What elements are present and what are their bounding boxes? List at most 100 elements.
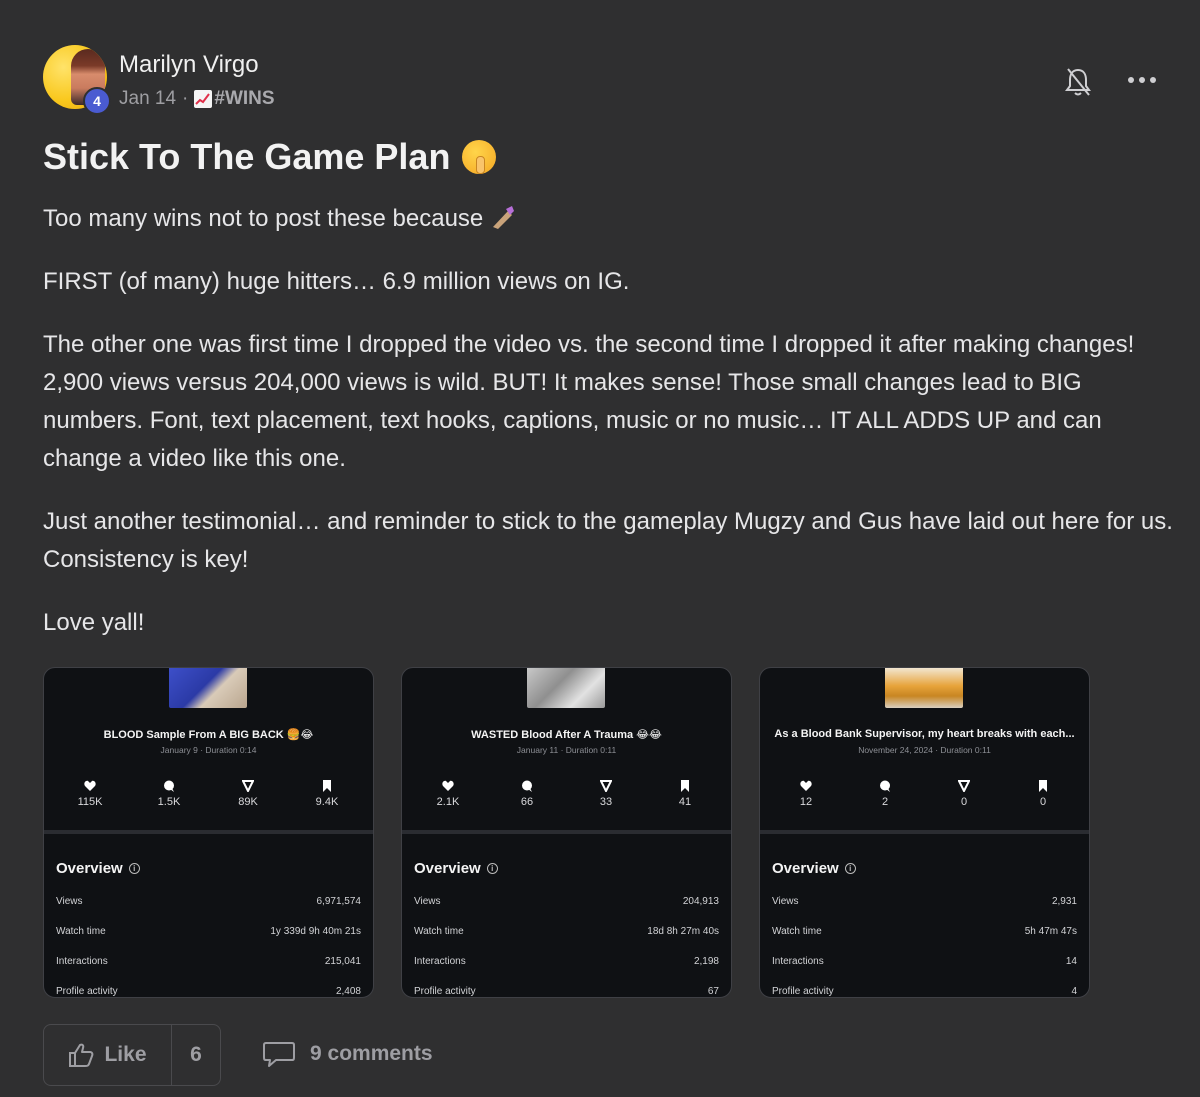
row-label: Views bbox=[414, 896, 441, 907]
overview-title: Overview bbox=[414, 860, 481, 877]
share-icon bbox=[600, 780, 612, 792]
info-icon: i bbox=[128, 863, 140, 874]
info-icon: i bbox=[486, 863, 498, 874]
more-horizontal-icon[interactable] bbox=[1127, 73, 1157, 85]
shares-value: 89K bbox=[238, 796, 258, 808]
thumbs-up-icon bbox=[69, 1043, 94, 1067]
video-title: BLOOD Sample From A BIG BACK 🍔😂 bbox=[103, 729, 314, 741]
overview-row: Interactions 2,198 bbox=[414, 956, 719, 986]
level-badge: 4 bbox=[83, 87, 111, 115]
stats-row: 12 2 0 0 bbox=[780, 780, 1069, 808]
paragraph: FIRST (of many) huge hitters… 6.9 millio… bbox=[43, 268, 630, 295]
share-icon bbox=[242, 780, 254, 792]
category-label: #WINS bbox=[214, 88, 275, 109]
shushing-face-icon bbox=[462, 140, 497, 174]
comments-stat: 2 bbox=[859, 780, 911, 808]
overview-title: Overview bbox=[772, 860, 839, 877]
likes-stat: 12 bbox=[780, 780, 832, 808]
comments-value: 2 bbox=[881, 796, 889, 808]
post-date[interactable]: Jan 14 bbox=[119, 88, 176, 110]
likes-value: 115K bbox=[77, 796, 103, 808]
row-value: 67 bbox=[707, 986, 719, 997]
comments-button[interactable]: 9 comments bbox=[262, 1040, 433, 1068]
comment-bubble-icon bbox=[263, 1042, 295, 1067]
analytics-screenshot[interactable]: WASTED Blood After A Trauma 😂😂 January 1… bbox=[401, 667, 732, 998]
row-label: Profile activity bbox=[414, 986, 476, 997]
overview-row: Watch time 18d 8h 27m 40s bbox=[414, 926, 719, 956]
post-category[interactable]: #WINS bbox=[194, 88, 275, 110]
row-value: 1y 339d 9h 40m 21s bbox=[270, 926, 361, 937]
comments-value: 66 bbox=[520, 796, 534, 808]
overview-row: Profile activity 2,408 bbox=[56, 986, 361, 997]
like-count[interactable]: 6 bbox=[172, 1025, 220, 1085]
shares-stat: 89K bbox=[222, 780, 274, 808]
analytics-screenshot[interactable]: As a Blood Bank Supervisor, my heart bre… bbox=[759, 667, 1090, 998]
overview-table: Views 2,931 Watch time 5h 47m 47s Interact… bbox=[772, 896, 1077, 997]
overview-row: Views 6,971,574 bbox=[56, 896, 361, 926]
row-label: Watch time bbox=[56, 926, 106, 937]
author-avatar[interactable]: 4 bbox=[43, 45, 111, 115]
row-value: 204,913 bbox=[682, 896, 719, 907]
overview-row: Views 204,913 bbox=[414, 896, 719, 926]
video-subtitle: January 11 · Duration 0:11 bbox=[516, 745, 617, 755]
bookmark-icon bbox=[323, 780, 331, 792]
analytics-screenshot[interactable]: BLOOD Sample From A BIG BACK 🍔😂 January … bbox=[43, 667, 374, 998]
video-title: As a Blood Bank Supervisor, my heart bre… bbox=[774, 728, 1075, 740]
shares-stat: 33 bbox=[580, 780, 632, 808]
overview-row: Watch time 1y 339d 9h 40m 21s bbox=[56, 926, 361, 956]
overview-row: Profile activity 67 bbox=[414, 986, 719, 997]
row-value: 2,198 bbox=[693, 956, 719, 967]
overview-row: Views 2,931 bbox=[772, 896, 1077, 926]
shares-value: 0 bbox=[960, 796, 968, 808]
row-label: Interactions bbox=[414, 956, 466, 967]
row-value: 5h 47m 47s bbox=[1024, 926, 1077, 937]
bell-muted-icon[interactable] bbox=[1063, 65, 1093, 99]
row-label: Watch time bbox=[414, 926, 464, 937]
saves-value: 0 bbox=[1039, 796, 1047, 808]
like-button[interactable]: Like bbox=[44, 1025, 172, 1085]
overview-heading: Overview i bbox=[56, 860, 140, 877]
row-value: 2,931 bbox=[1051, 896, 1077, 907]
bookmark-icon bbox=[681, 780, 689, 792]
saves-value: 41 bbox=[678, 796, 692, 808]
paragraph-text: Too many wins not to post these because bbox=[43, 205, 484, 232]
shares-stat: 0 bbox=[938, 780, 990, 808]
saves-stat: 9.4K bbox=[301, 780, 353, 808]
row-label: Views bbox=[772, 896, 799, 907]
row-value: 2,408 bbox=[335, 986, 361, 997]
like-group: Like 6 bbox=[43, 1024, 221, 1086]
chart-increasing-icon bbox=[194, 90, 213, 108]
overview-row: Interactions 215,041 bbox=[56, 956, 361, 986]
row-value: 14 bbox=[1065, 956, 1077, 967]
comment-icon bbox=[522, 780, 532, 792]
overview-row: Profile activity 4 bbox=[772, 986, 1077, 997]
author-name[interactable]: Marilyn Virgo bbox=[119, 51, 259, 79]
comment-icon bbox=[164, 780, 174, 792]
video-subtitle: November 24, 2024 · Duration 0:11 bbox=[858, 745, 991, 755]
overview-heading: Overview i bbox=[414, 860, 498, 877]
overview-title: Overview bbox=[56, 860, 123, 877]
likes-stat: 2.1K bbox=[422, 780, 474, 808]
comments-label: 9 comments bbox=[310, 1042, 433, 1065]
row-label: Views bbox=[56, 896, 83, 907]
row-value: 18d 8h 27m 40s bbox=[647, 926, 719, 937]
video-thumbnail bbox=[527, 668, 605, 708]
overview-row: Watch time 5h 47m 47s bbox=[772, 926, 1077, 956]
bookmark-icon bbox=[1039, 780, 1047, 792]
row-label: Profile activity bbox=[56, 986, 118, 997]
row-label: Watch time bbox=[772, 926, 822, 937]
comments-value: 1.5K bbox=[157, 796, 181, 808]
row-value: 4 bbox=[1071, 986, 1077, 997]
divider bbox=[402, 830, 731, 834]
row-value: 6,971,574 bbox=[316, 896, 362, 907]
overview-heading: Overview i bbox=[772, 860, 856, 877]
likes-stat: 115K bbox=[64, 780, 116, 808]
comments-stat: 66 bbox=[501, 780, 553, 808]
divider bbox=[44, 830, 373, 834]
row-label: Interactions bbox=[772, 956, 824, 967]
saves-stat: 0 bbox=[1017, 780, 1069, 808]
video-thumbnail bbox=[169, 668, 247, 708]
overview-table: Views 204,913 Watch time 18d 8h 27m 40s In… bbox=[414, 896, 719, 997]
stats-row: 2.1K 66 33 41 bbox=[422, 780, 711, 808]
row-label: Interactions bbox=[56, 956, 108, 967]
